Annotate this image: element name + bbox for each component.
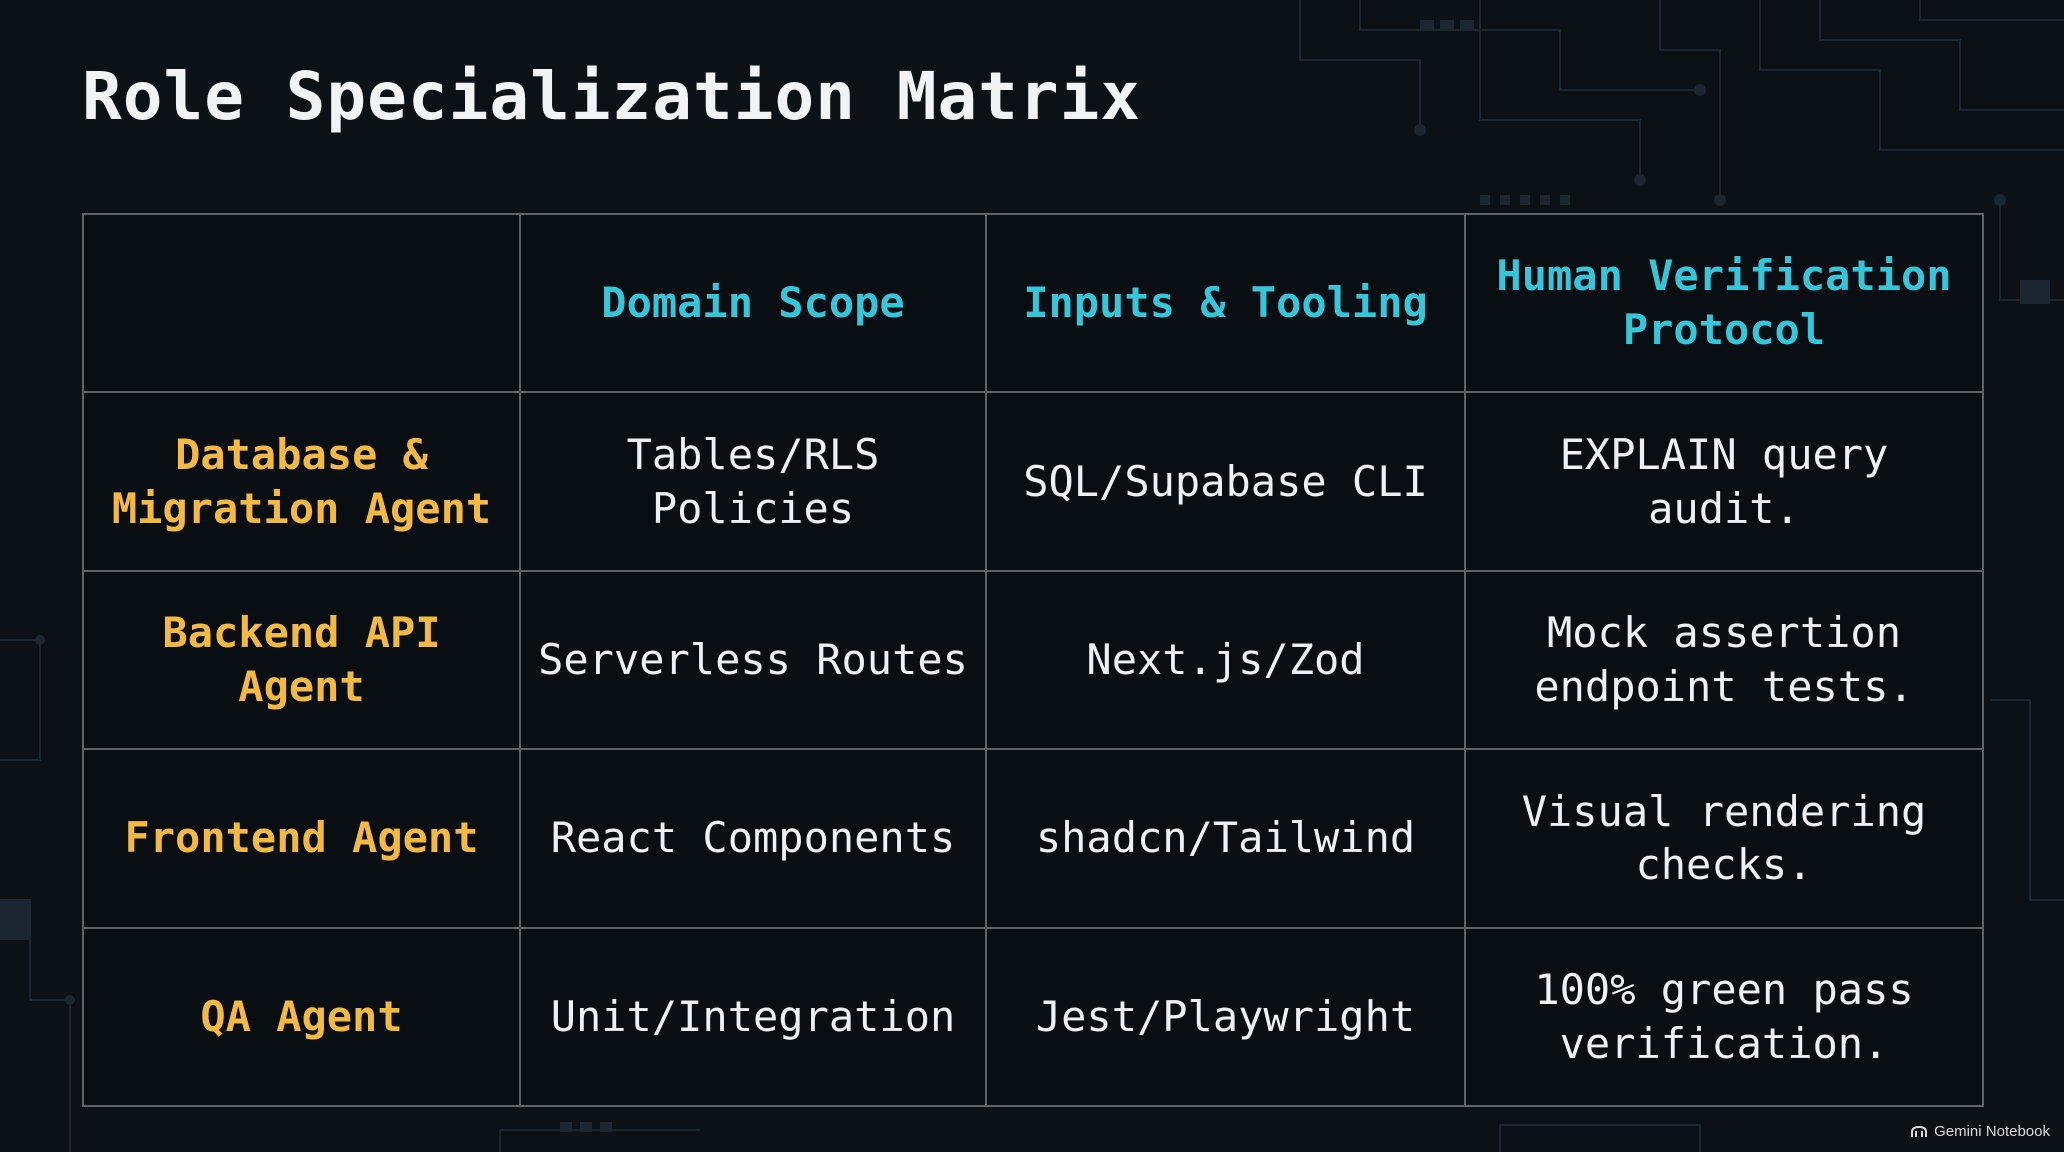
inputs-tooling-cell: shadcn/Tailwind [985, 748, 1466, 929]
role-cell: Frontend Agent [82, 748, 521, 929]
role-cell: QA Agent [82, 926, 521, 1108]
role-cell: Database & Migration Agent [82, 391, 521, 572]
domain-scope-cell: Serverless Routes [519, 569, 987, 751]
verification-cell: 100% green pass verification. [1464, 926, 1984, 1108]
verification-cell: Mock assertion endpoint tests. [1464, 569, 1984, 751]
header-row: Domain Scope Inputs & Tooling Human Veri… [82, 212, 1984, 394]
table-row: Frontend Agent React Components shadcn/T… [82, 748, 1984, 929]
gemini-notebook-watermark: Gemini Notebook [1910, 1123, 2050, 1140]
inputs-tooling-cell: Jest/Playwright [985, 926, 1466, 1108]
watermark-label: Gemini Notebook [1934, 1123, 2050, 1140]
domain-scope-cell: Unit/Integration [519, 926, 987, 1108]
domain-scope-cell: React Components [519, 748, 987, 929]
header-corner-cell [82, 212, 521, 394]
header-inputs-tooling: Inputs & Tooling [985, 212, 1466, 394]
inputs-tooling-cell: SQL/Supabase CLI [985, 391, 1466, 572]
table-row: QA Agent Unit/Integration Jest/Playwrigh… [82, 926, 1984, 1108]
domain-scope-cell: Tables/RLS Policies [519, 391, 987, 572]
inputs-tooling-cell: Next.js/Zod [985, 569, 1466, 751]
slide-title: Role Specialization Matrix [82, 58, 1142, 135]
header-domain-scope: Domain Scope [519, 212, 987, 394]
verification-cell: Visual rendering checks. [1464, 748, 1984, 929]
table-row: Database & Migration Agent Tables/RLS Po… [82, 391, 1984, 572]
role-cell: Backend API Agent [82, 569, 521, 751]
role-specialization-table: Domain Scope Inputs & Tooling Human Veri… [82, 212, 1984, 1108]
verification-cell: EXPLAIN query audit. [1464, 391, 1984, 572]
table-row: Backend API Agent Serverless Routes Next… [82, 569, 1984, 751]
notebook-icon [1911, 1125, 1928, 1137]
header-verification-protocol: Human Verification Protocol [1464, 212, 1984, 394]
